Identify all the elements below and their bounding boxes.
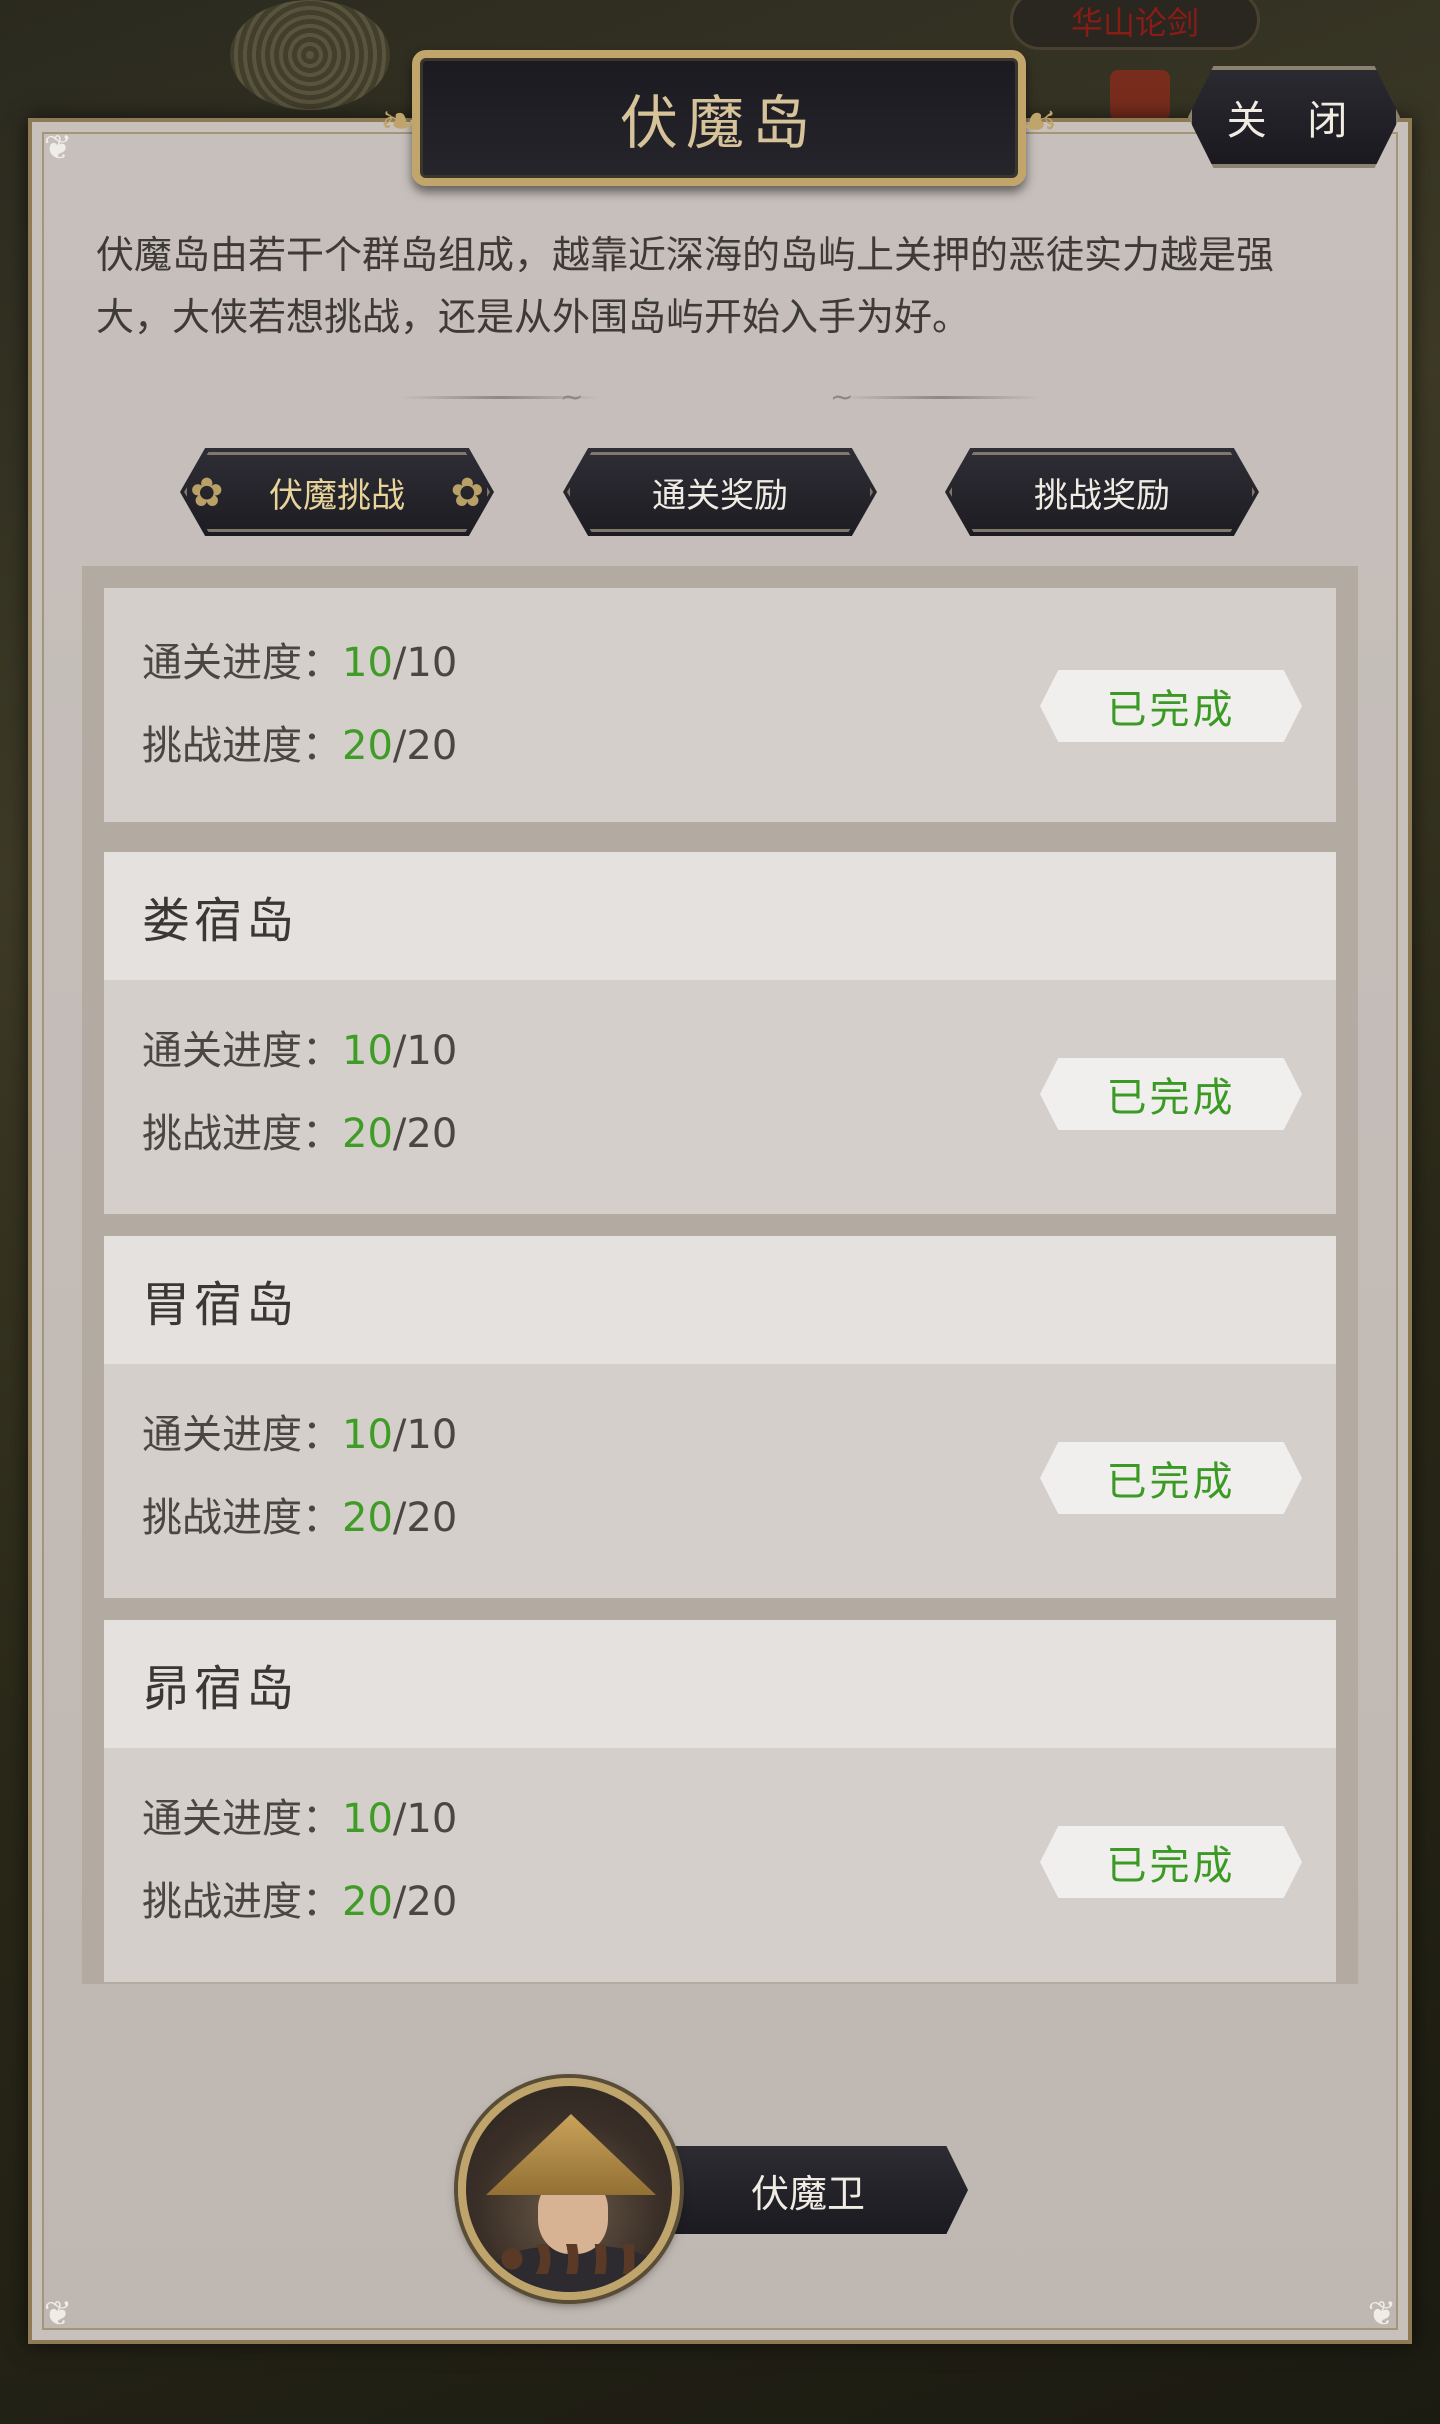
island-progress: 通关进度：10/10 挑战进度：20/20 已完成	[104, 1748, 1336, 1982]
flower-ornament-icon: ✿	[450, 470, 484, 516]
clear-progress: 通关进度：10/10	[142, 1412, 458, 1458]
island-card: 娄宿岛 通关进度：10/10 挑战进度：20/20 已完成	[104, 852, 1336, 1214]
maze-landmark	[230, 0, 390, 110]
completed-badge[interactable]: 已完成	[1040, 1442, 1302, 1514]
clear-progress: 通关进度：10/10	[142, 640, 458, 686]
tab-label: 通关奖励	[652, 475, 788, 516]
island-name[interactable]: 娄宿岛	[104, 852, 1336, 980]
island-card: 通关进度：10/10 挑战进度：20/20 已完成	[104, 588, 1336, 822]
clear-progress: 通关进度：10/10	[142, 1796, 458, 1842]
tab-demon-challenge[interactable]: ✿ 伏魔挑战 ✿	[180, 448, 494, 536]
dialog-title: 伏魔岛	[619, 89, 818, 157]
island-list[interactable]: 通关进度：10/10 挑战进度：20/20 已完成 娄宿岛 通关进度：10/10…	[82, 566, 1358, 1984]
close-button[interactable]: 关 闭	[1188, 66, 1400, 168]
guard-avatar[interactable]	[458, 2078, 680, 2300]
map-location-tag[interactable]: 华山论剑	[1010, 0, 1260, 50]
divider	[840, 396, 1040, 399]
completed-badge[interactable]: 已完成	[1040, 1058, 1302, 1130]
completed-badge[interactable]: 已完成	[1040, 1826, 1302, 1898]
challenge-progress: 挑战进度：20/20	[142, 723, 458, 769]
island-name[interactable]: 昴宿岛	[104, 1620, 1336, 1748]
clear-progress: 通关进度：10/10	[142, 1028, 458, 1074]
island-card: 昴宿岛 通关进度：10/10 挑战进度：20/20 已完成	[104, 1620, 1336, 1982]
divider-ornament-icon: ~	[560, 380, 584, 413]
completed-badge[interactable]: 已完成	[1040, 670, 1302, 742]
tab-challenge-reward[interactable]: 挑战奖励	[945, 448, 1259, 536]
flower-ornament-icon: ✿	[190, 470, 224, 516]
map-building-marker	[1110, 70, 1170, 120]
demon-guard-npc[interactable]: 伏魔卫	[458, 2078, 978, 2300]
tab-label: 挑战奖励	[1034, 475, 1170, 516]
dialog-title-plate: ❧ 伏魔岛 ☙	[380, 50, 1058, 186]
corner-ornament-icon: ❦	[43, 2294, 73, 2334]
island-progress: 通关进度：10/10 挑战进度：20/20 已完成	[104, 588, 1336, 822]
guard-label: 伏魔卫	[750, 2171, 865, 2216]
dialog-description: 伏魔岛由若干个群岛组成，越靠近深海的岛屿上关押的恶徒实力越是强大，大侠若想挑战，…	[96, 233, 1275, 339]
tab-label: 伏魔挑战	[269, 475, 405, 516]
title-ornament-icon: ❧	[380, 96, 417, 147]
challenge-progress: 挑战进度：20/20	[142, 1495, 458, 1541]
island-name[interactable]: 胃宿岛	[104, 1236, 1336, 1364]
corner-ornament-icon: ❦	[1367, 2294, 1397, 2334]
corner-ornament-icon: ❦	[43, 128, 73, 168]
island-progress: 通关进度：10/10 挑战进度：20/20 已完成	[104, 1364, 1336, 1598]
island-progress: 通关进度：10/10 挑战进度：20/20 已完成	[104, 980, 1336, 1214]
challenge-progress: 挑战进度：20/20	[142, 1879, 458, 1925]
title-ornament-icon: ☙	[1018, 96, 1058, 147]
challenge-progress: 挑战进度：20/20	[142, 1111, 458, 1157]
tab-clear-reward[interactable]: 通关奖励	[563, 448, 877, 536]
island-card: 胃宿岛 通关进度：10/10 挑战进度：20/20 已完成	[104, 1236, 1336, 1598]
